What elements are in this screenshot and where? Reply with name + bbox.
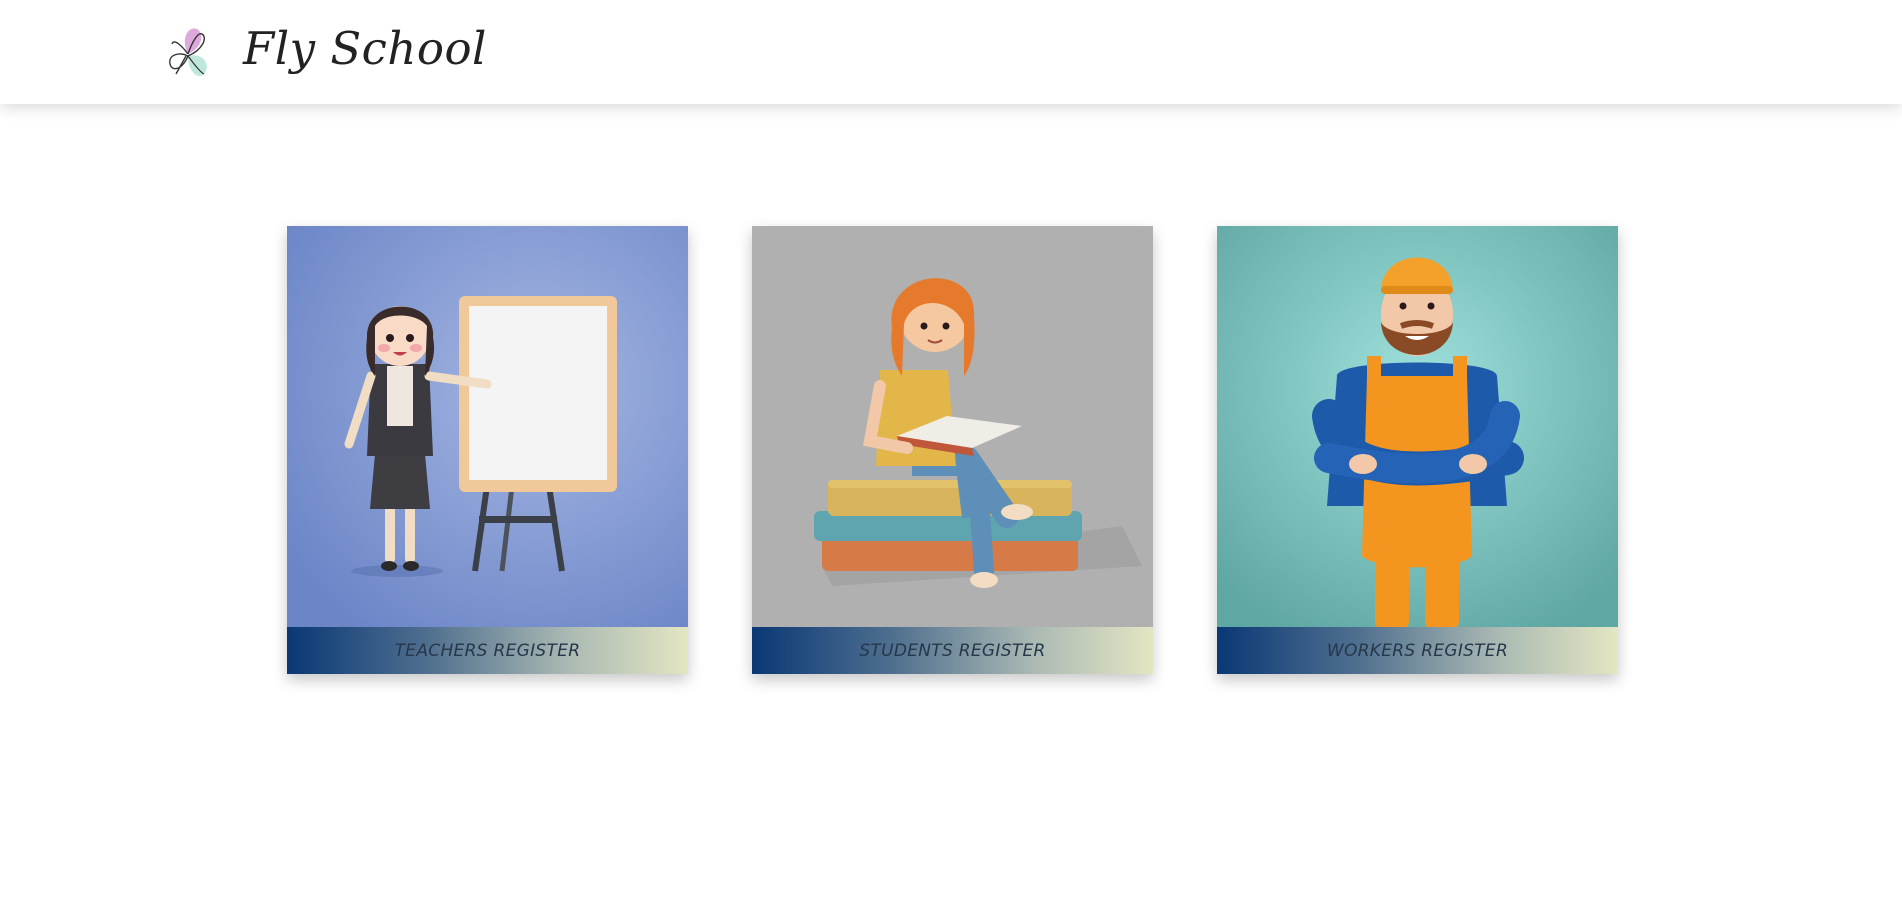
student-illustration [752,226,1153,627]
butterfly-icon[interactable] [158,18,224,84]
workers-register-card[interactable]: WORKERS REGISTER [1217,226,1618,674]
teachers-register-label[interactable]: TEACHERS REGISTER [395,641,581,661]
top-header: Fly School [0,0,1902,104]
workers-register-label[interactable]: WORKERS REGISTER [1327,641,1508,661]
students-register-footer[interactable]: STUDENTS REGISTER [752,627,1153,674]
students-register-label[interactable]: STUDENTS REGISTER [859,641,1045,661]
students-register-card[interactable]: STUDENTS REGISTER [752,226,1153,674]
brand-name[interactable]: Fly School [243,22,487,75]
workers-register-footer[interactable]: WORKERS REGISTER [1217,627,1618,674]
teacher-illustration [287,226,688,627]
teachers-register-card[interactable]: TEACHERS REGISTER [287,226,688,674]
worker-illustration [1217,226,1618,627]
teachers-register-footer[interactable]: TEACHERS REGISTER [287,627,688,674]
